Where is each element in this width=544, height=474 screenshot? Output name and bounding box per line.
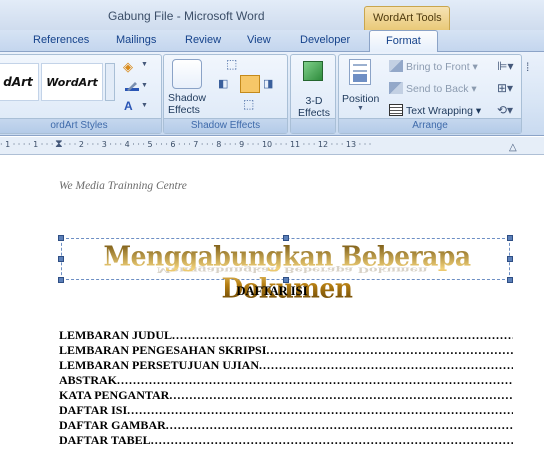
chevron-down-icon[interactable]: ▼ [141,102,148,109]
toc-title: DAFTAR ISI [236,284,308,298]
resize-handle[interactable] [283,235,289,241]
resize-handle[interactable] [507,256,513,262]
wordart-object[interactable]: Menggabungkan Beberapa Dokumen Menggabun… [58,235,513,304]
nudge-down-icon[interactable]: ⬚ [243,97,254,111]
right-indent-marker-icon[interactable]: △ [509,142,517,153]
resize-handle[interactable] [507,277,513,283]
chevron-down-icon[interactable]: ▼ [141,61,148,68]
shadow-on-off-icon[interactable] [240,75,260,93]
send-to-back-icon [389,82,403,94]
tab-format[interactable]: Format [369,30,438,53]
table-of-contents: LEMBARAN JUDUL..........................… [59,328,513,448]
resize-handle[interactable] [283,277,289,283]
line-color-icon[interactable] [125,81,139,91]
position-button[interactable]: Position [342,93,379,105]
bring-to-front-button[interactable]: Bring to Front ▾ [389,60,478,73]
resize-handle[interactable] [58,277,64,283]
toc-entry: LEMBARAN PERSETUJUAN UJIAN..............… [59,358,513,372]
3d-effects-label-bar [291,118,335,133]
3d-effects-button[interactable]: 3-D Effects [294,95,334,119]
ribbon-tabs: References Mailings Review View Develope… [0,30,544,53]
toc-entry: LEMBARAN PENGESAHAN SKRIPSI.............… [59,343,513,357]
align-icon[interactable]: ⊫▾ [497,59,513,73]
3d-effects-icon[interactable] [303,61,323,81]
toc-entry: DAFTAR GAMBAR...........................… [59,418,513,432]
text-wrapping-icon [389,104,403,116]
title-bar: Gabung File - Microsoft Word WordArt Too… [0,0,544,30]
chevron-down-icon[interactable]: ▼ [357,105,364,112]
shadow-effects-group: Shadow Effects ⬚ ◧ ◨ ⬚ Shadow Effects [163,54,288,134]
change-shape-icon[interactable]: A [124,99,133,113]
styles-scroll-button[interactable] [105,63,115,101]
tab-view[interactable]: View [247,34,271,46]
ruler-numbers: · 1 · · · · 1 · · · 1 · · · 2 · · · 3 · … [0,140,372,149]
wordart-styles-label: ordArt Styles [0,118,161,133]
tab-mailings[interactable]: Mailings [116,34,156,46]
nudge-left-icon[interactable]: ◧ [218,77,228,90]
bring-to-front-icon [389,60,403,72]
arrange-group: Position ▼ Bring to Front ▾ Send to Back… [338,54,522,134]
size-group-partial-icon[interactable]: ⁞ [526,60,529,74]
document-page[interactable]: We Media Trainning Centre Menggabungkan … [0,155,544,474]
nudge-up-icon[interactable]: ⬚ [226,57,237,71]
resize-handle[interactable] [58,235,64,241]
wordart-style-sample-2[interactable]: WordArt [41,63,103,101]
tab-references[interactable]: References [33,34,89,46]
toc-entry: KATA PENGANTAR..........................… [59,388,513,402]
toc-entry: ABSTRAK.................................… [59,373,513,387]
horizontal-ruler[interactable]: · 1 · · · · 1 · · · 1 · · · 2 · · · 3 · … [0,137,544,155]
tab-developer[interactable]: Developer [300,34,350,46]
toc-entry: DAFTAR ISI..............................… [59,403,513,417]
nudge-right-icon[interactable]: ◨ [263,77,273,90]
text-wrapping-button[interactable]: Text Wrapping ▾ [389,104,481,117]
fill-color-icon[interactable]: ◈ [123,59,133,75]
send-to-back-button[interactable]: Send to Back ▾ [389,82,477,95]
ribbon: dArt WordArt ◈ A ▼ ▼ ▼ ordArt Styles Sha… [0,52,544,136]
toc-entry: LEMBARAN JUDUL..........................… [59,328,513,342]
chevron-down-icon[interactable]: ▼ [141,82,148,89]
indent-marker-icon[interactable]: ⧗ [55,138,63,151]
context-tools-label: WordArt Tools [373,12,442,24]
page-header-text: We Media Trainning Centre [59,180,187,192]
rotate-icon[interactable]: ⟲▾ [497,103,513,117]
wordart-tools-context-tab: WordArt Tools [364,6,450,30]
resize-handle[interactable] [58,256,64,262]
position-icon[interactable] [349,59,371,85]
wordart-style-sample-1[interactable]: dArt [0,63,39,101]
arrange-label: Arrange [339,118,521,133]
resize-handle[interactable] [507,235,513,241]
shadow-effects-label: Shadow Effects [164,118,287,133]
3d-effects-group: 3-D Effects [290,54,336,134]
window-title: Gabung File - Microsoft Word [108,9,265,23]
wordart-styles-group: dArt WordArt ◈ A ▼ ▼ ▼ ordArt Styles [0,54,162,134]
toc-entry: DAFTAR TABEL............................… [59,433,513,447]
shadow-effects-icon[interactable] [172,59,202,89]
tab-review[interactable]: Review [185,34,221,46]
group-icon[interactable]: ⊞▾ [497,81,513,95]
shadow-effects-button[interactable]: Shadow Effects [168,92,210,116]
